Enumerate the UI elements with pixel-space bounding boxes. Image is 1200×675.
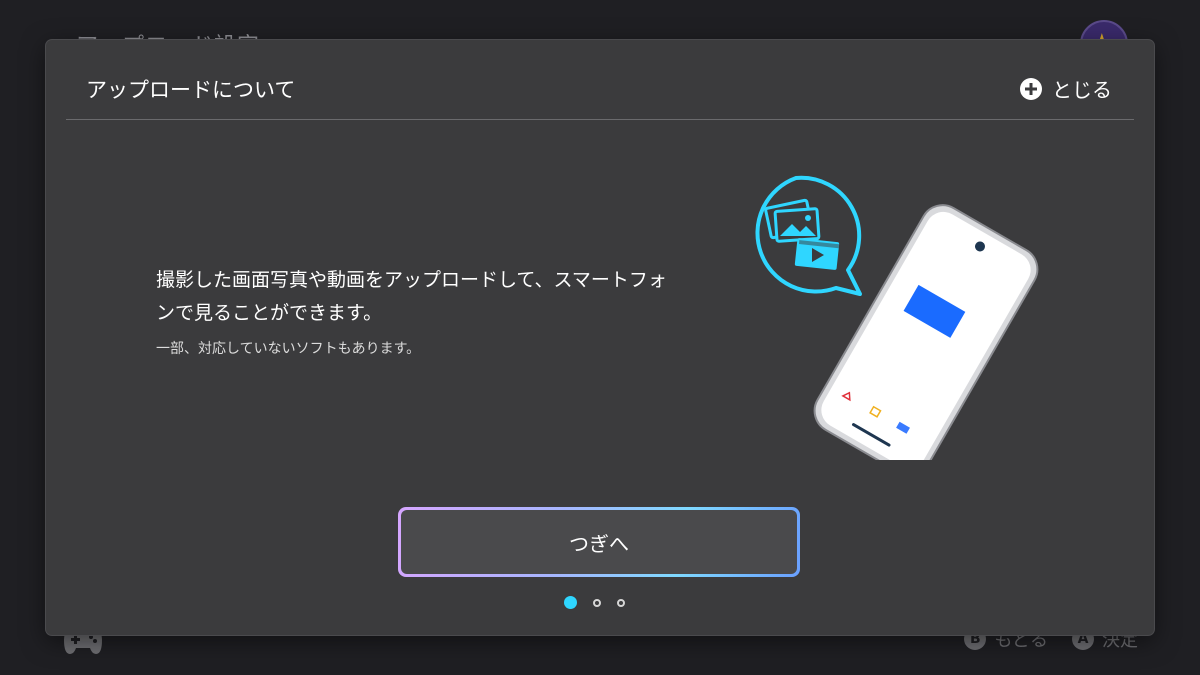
- description-text: 撮影した画面写真や動画をアップロードして、スマートフォンで見ることができます。: [156, 269, 667, 324]
- smartphone-upload-illustration: [755, 175, 1039, 460]
- next-button[interactable]: つぎへ: [398, 507, 800, 577]
- dialog-title: アップロードについて: [86, 78, 296, 102]
- page-dot-3: [617, 598, 625, 607]
- upload-info-dialog: アップロードについて とじる 撮影した画面写真や動画をアップロードして、スマート…: [46, 40, 1154, 635]
- page-indicator: [564, 596, 625, 609]
- media-speech-bubble-icon: [755, 175, 862, 296]
- header-divider: [66, 119, 1134, 120]
- close-button[interactable]: とじる: [1020, 74, 1112, 103]
- next-button-label: つぎへ: [401, 510, 797, 574]
- note-text: 一部、対応していないソフトもあります。: [156, 341, 421, 357]
- page-dot-1: [564, 596, 577, 609]
- page-dot-2: [593, 598, 601, 607]
- plus-button-icon: [1020, 77, 1042, 100]
- close-label: とじる: [1052, 78, 1112, 102]
- smartphone-icon: [813, 204, 1039, 460]
